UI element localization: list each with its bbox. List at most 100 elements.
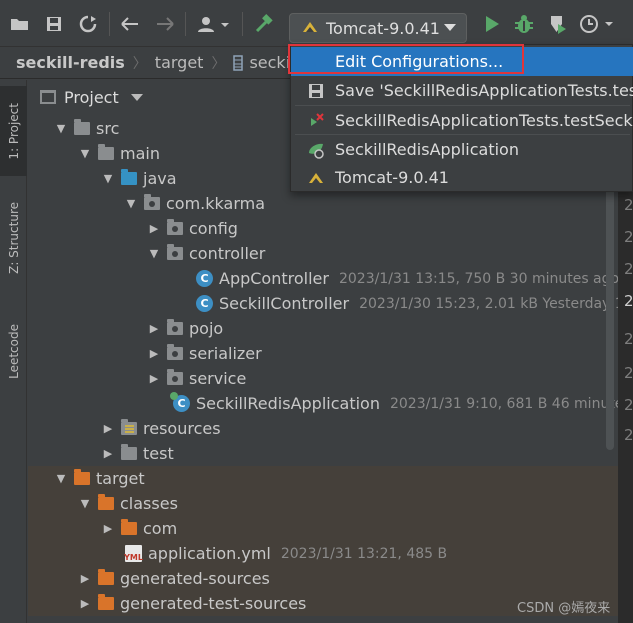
tree-label: serializer xyxy=(189,344,262,363)
tree-label: resources xyxy=(143,419,221,438)
tree-label: config xyxy=(189,219,238,238)
chevron-right-icon[interactable]: ▶ xyxy=(147,316,161,341)
tree-label: generated-test-sources xyxy=(120,594,307,613)
chevron-down-icon[interactable]: ▼ xyxy=(78,141,92,166)
tree-label: controller xyxy=(189,244,266,263)
module-icon xyxy=(233,54,244,71)
project-view-icon xyxy=(40,90,56,104)
build-icon[interactable] xyxy=(252,12,276,36)
tree-label: main xyxy=(120,144,160,163)
package-icon xyxy=(167,319,183,335)
chevron-right-icon[interactable]: ▶ xyxy=(101,441,115,466)
file-meta: 2023/1/31 13:15, 750 B 30 minutes ago xyxy=(338,270,620,287)
package-icon xyxy=(167,344,183,360)
tomcat-icon xyxy=(302,19,318,38)
chevron-down-icon[interactable]: ▼ xyxy=(54,466,68,491)
save-icon[interactable] xyxy=(42,12,66,36)
chevron-down-icon[interactable]: ▼ xyxy=(54,116,68,141)
chevron-right-icon[interactable]: ▶ xyxy=(78,566,92,591)
watermark: CSDN @嫣夜来 xyxy=(517,601,611,616)
tree-node-classes[interactable]: ▼ classes xyxy=(28,491,618,516)
tree-scrollbar[interactable] xyxy=(606,150,614,450)
tree-node-com[interactable]: ▶ com xyxy=(28,516,618,541)
tree-node-generated-sources[interactable]: ▶ generated-sources xyxy=(28,566,618,591)
tree-node-pojo[interactable]: ▶ pojo xyxy=(28,316,618,341)
tree-label: src xyxy=(96,119,120,138)
tab-project[interactable]: 1: Project xyxy=(0,86,27,176)
tree-node-target[interactable]: ▼ target xyxy=(28,466,618,491)
menu-item-tomcat-config[interactable]: Tomcat-9.0.41 xyxy=(291,163,633,192)
tree-label: generated-sources xyxy=(120,569,270,588)
debug-icon[interactable] xyxy=(512,12,536,36)
chevron-right-icon[interactable]: ▶ xyxy=(147,366,161,391)
resources-folder-icon xyxy=(121,419,137,435)
breadcrumb-separator: 〉 xyxy=(132,55,147,72)
open-icon[interactable] xyxy=(8,12,32,36)
tab-leetcode[interactable]: Leetcode xyxy=(0,308,27,394)
java-class-icon: C xyxy=(196,295,213,312)
panel-title: Project xyxy=(64,87,119,107)
tree-node-test[interactable]: ▶ test xyxy=(28,441,618,466)
excluded-folder-icon xyxy=(98,494,114,510)
tab-structure[interactable]: Z: Structure xyxy=(0,188,27,288)
tree-node-controller[interactable]: ▼ controller xyxy=(28,241,618,266)
java-class-icon: C xyxy=(196,270,213,287)
tomcat-icon xyxy=(307,169,325,187)
breadcrumb-separator: 〉 xyxy=(211,55,226,72)
tree-node-resources[interactable]: ▶ resources xyxy=(28,416,618,441)
breadcrumb-item-target[interactable]: target xyxy=(155,53,204,72)
tab-structure-label: Z: Structure xyxy=(6,202,21,274)
coverage-icon[interactable] xyxy=(546,12,570,36)
tree-node-serializer[interactable]: ▶ serializer xyxy=(28,341,618,366)
menu-item-label: SeckillRedisApplication xyxy=(335,140,519,159)
chevron-right-icon[interactable]: ▶ xyxy=(78,591,92,616)
tree-node-seckillcontroller[interactable]: C SeckillController 2023/1/30 15:23, 2.0… xyxy=(28,291,633,316)
tree-label: test xyxy=(143,444,174,463)
user-icon[interactable] xyxy=(196,12,232,36)
chevron-right-icon[interactable]: ▶ xyxy=(147,216,161,241)
tree-node-com-kkarma[interactable]: ▼ com.kkarma xyxy=(28,191,618,216)
tree-label: service xyxy=(189,369,247,388)
back-icon[interactable] xyxy=(118,12,142,36)
chevron-down-icon[interactable]: ▼ xyxy=(147,241,161,266)
folder-icon xyxy=(74,119,90,135)
chevron-right-icon[interactable]: ▶ xyxy=(101,516,115,541)
tree-node-appcontroller[interactable]: C AppController 2023/1/31 13:15, 750 B 3… xyxy=(28,266,620,291)
tree-node-config[interactable]: ▶ config xyxy=(28,216,618,241)
file-meta: 2023/1/31 13:21, 485 B xyxy=(280,545,448,562)
tree-label: application.yml xyxy=(148,544,271,563)
tab-project-label: 1: Project xyxy=(6,102,21,160)
menu-item-label: Tomcat-9.0.41 xyxy=(335,168,449,187)
chevron-right-icon[interactable]: ▶ xyxy=(147,341,161,366)
junit-test-error-icon xyxy=(307,112,325,130)
list-item: 2 xyxy=(624,330,633,348)
chevron-down-icon[interactable]: ▼ xyxy=(124,191,138,216)
breadcrumb-item-project[interactable]: seckill-redis xyxy=(16,53,125,72)
tree-label: target xyxy=(96,469,145,488)
chevron-down-icon[interactable]: ▼ xyxy=(101,166,115,191)
save-icon xyxy=(307,82,325,100)
folder-icon xyxy=(121,444,137,460)
list-item: 2 xyxy=(624,364,633,382)
menu-item-test-config[interactable]: SeckillRedisApplicationTests.testSeckill xyxy=(291,106,633,135)
run-config-selector[interactable]: Tomcat-9.0.41 xyxy=(289,13,467,43)
list-item: 2 xyxy=(624,196,633,214)
sync-icon[interactable] xyxy=(76,12,100,36)
forward-icon[interactable] xyxy=(153,12,177,36)
file-meta: 2023/1/30 15:23, 2.01 kB Yesterday 17:13 xyxy=(359,295,633,312)
chevron-down-icon[interactable]: ▼ xyxy=(78,491,92,516)
excluded-folder-icon xyxy=(121,519,137,535)
profile-icon[interactable] xyxy=(578,12,614,36)
chevron-down-icon xyxy=(444,24,456,31)
run-icon[interactable] xyxy=(480,12,504,36)
menu-item-save-config[interactable]: Save 'SeckillRedisApplicationTests.testS… xyxy=(291,76,633,105)
list-item: 2 xyxy=(624,292,633,310)
tree-node-application-yml[interactable]: YML application.yml 2023/1/31 13:21, 485… xyxy=(28,541,618,566)
chevron-right-icon[interactable]: ▶ xyxy=(101,416,115,441)
tree-node-seckillredisapplication[interactable]: C SeckillRedisApplication 2023/1/31 9:10… xyxy=(28,391,633,416)
chevron-down-icon[interactable] xyxy=(130,93,143,101)
excluded-folder-icon xyxy=(74,469,90,485)
menu-item-spring-app-config[interactable]: SeckillRedisApplication xyxy=(291,135,633,164)
tree-label: SeckillRedisApplication xyxy=(196,394,380,413)
tree-node-service[interactable]: ▶ service xyxy=(28,366,618,391)
